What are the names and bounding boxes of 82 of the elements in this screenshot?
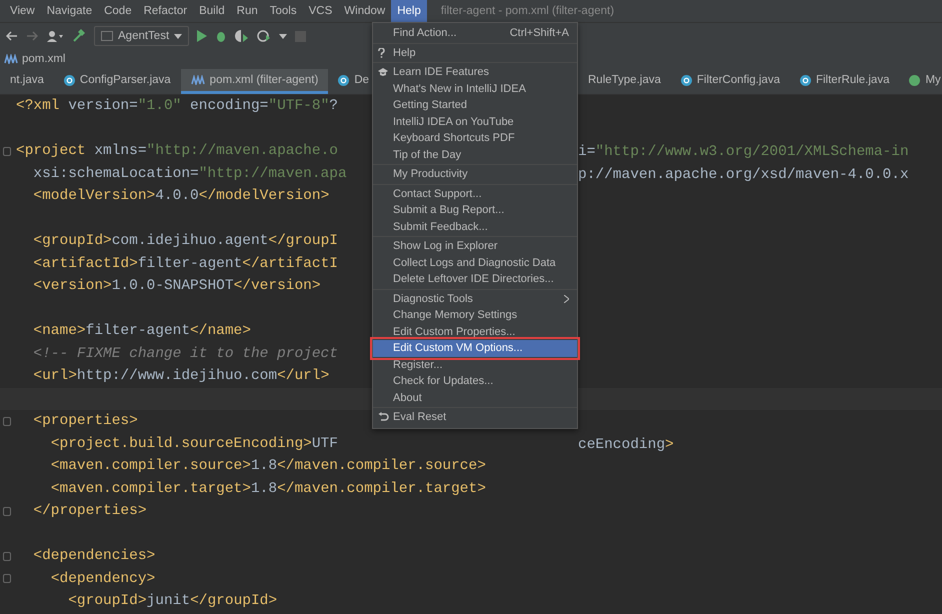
code-line: <modelVersion>4.0.0</modelVersion> bbox=[32, 188, 330, 204]
menu-item[interactable]: Tip of the Day bbox=[373, 146, 577, 163]
breadcrumb-file[interactable]: pom.xml bbox=[22, 53, 66, 65]
menu-bar-item[interactable]: Code bbox=[98, 0, 138, 22]
menu-item[interactable]: Delete Leftover IDE Directories... bbox=[373, 271, 577, 288]
editor-tab[interactable]: FilterRule.java bbox=[790, 69, 900, 94]
menu-item[interactable]: Change Memory Settings bbox=[373, 307, 577, 324]
menu-item[interactable]: My Productivity bbox=[373, 166, 577, 182]
code-line: <artifactId>filter-agent</artifactI bbox=[32, 256, 338, 272]
code-line: <project.build.sourceEncoding>UTF bbox=[50, 436, 338, 452]
editor-tab[interactable]: pom.xml (filter-agent) bbox=[180, 69, 328, 94]
editor-tab[interactable]: FilterConfig.java bbox=[670, 69, 790, 94]
code-line: <url>http://www.idejihuo.com</url> bbox=[32, 368, 330, 384]
code-line: <maven.compiler.source>1.8</maven.compiler.source> bbox=[50, 458, 486, 474]
menu-item[interactable]: What's New in IntelliJ IDEA bbox=[373, 80, 577, 97]
menu-item[interactable]: About bbox=[373, 390, 577, 406]
code-line: </properties> bbox=[32, 503, 147, 520]
code-line: <dependencies> bbox=[32, 548, 156, 564]
code-line: <properties> bbox=[32, 413, 138, 430]
hammer-icon[interactable] bbox=[72, 29, 86, 43]
menu-bar-item[interactable]: Build bbox=[193, 0, 231, 22]
caret-icon bbox=[174, 34, 182, 38]
maven-icon bbox=[4, 54, 18, 64]
menu-bar-item[interactable]: Refactor bbox=[138, 0, 194, 22]
menu-item[interactable]: Edit Custom Properties... bbox=[373, 324, 577, 340]
menu-bar-item[interactable]: VCS bbox=[302, 0, 338, 22]
editor-tab[interactable]: nt.java bbox=[0, 69, 54, 94]
caret-icon[interactable] bbox=[279, 34, 288, 38]
code-line: <name>filter-agent</name> bbox=[32, 323, 251, 340]
fold-marker-icon[interactable] bbox=[3, 416, 11, 426]
menu-item[interactable]: Contact Support... bbox=[373, 186, 577, 202]
menu-item[interactable]: Edit Custom VM Options... bbox=[373, 340, 577, 356]
menu-item[interactable]: Learn IDE Features bbox=[373, 64, 577, 80]
code-line: xsi:schemaLocation="http://maven.apa bbox=[32, 166, 347, 182]
maven-icon bbox=[190, 75, 205, 85]
undo-icon bbox=[378, 412, 389, 422]
editor-tab[interactable]: De bbox=[328, 69, 372, 94]
menu-bar-item[interactable]: Tools bbox=[264, 0, 303, 22]
code-line: <version>1.0.0-SNAPSHOT</version> bbox=[32, 278, 321, 294]
menu-bar-item[interactable]: View bbox=[4, 0, 41, 22]
menu-item[interactable]: Keyboard Shortcuts PDF bbox=[373, 130, 577, 146]
code-line: <groupId>junit</groupId> bbox=[67, 593, 278, 610]
editor-tab[interactable]: My bbox=[899, 69, 942, 94]
editor-tab[interactable]: ConfigParser.java bbox=[54, 69, 181, 94]
menu-item[interactable]: Diagnostic Tools bbox=[373, 290, 577, 307]
fold-marker-icon[interactable] bbox=[3, 506, 11, 516]
application-icon bbox=[101, 31, 113, 41]
code-line: <project xmlns="http://maven.apache.o bbox=[16, 143, 338, 160]
menu-bar-item[interactable]: Navigate bbox=[40, 0, 98, 22]
code-line: <maven.compiler.target>1.8</maven.compiler.target> bbox=[50, 480, 486, 497]
menu-item[interactable]: Find Action... Ctrl+Shift+A bbox=[373, 25, 577, 42]
editor-tab[interactable]: RuleType.java bbox=[578, 69, 671, 94]
menu-item[interactable]: Show Log in Explorer bbox=[373, 238, 577, 254]
menu-item[interactable]: IntelliJ IDEA on YouTube bbox=[373, 114, 577, 130]
fold-marker-icon[interactable] bbox=[3, 146, 11, 156]
user-icon[interactable] bbox=[46, 30, 64, 42]
run-configuration-dropdown[interactable]: AgentTest bbox=[94, 26, 190, 46]
graduation-cap-icon bbox=[378, 68, 388, 76]
menu-item[interactable]: Eval Reset bbox=[373, 409, 577, 426]
code-line: <groupId>com.idejihuo.agent</groupI bbox=[32, 233, 338, 250]
menu-item[interactable]: Submit a Bug Report... bbox=[373, 202, 577, 218]
code-line: ceEncoding> bbox=[578, 436, 674, 453]
menu-bar-item[interactable]: Help bbox=[391, 0, 427, 22]
code-line: <dependency> bbox=[50, 570, 156, 587]
menu-bar-item[interactable]: Window bbox=[338, 0, 392, 22]
run-icon[interactable] bbox=[197, 30, 208, 42]
menu-item[interactable]: Getting Started bbox=[373, 97, 577, 114]
code-line: <?xml version="1.0" encoding="UTF-8"? bbox=[16, 98, 338, 114]
menu-item[interactable]: Check for Updates... bbox=[373, 373, 577, 390]
menu-item[interactable]: Register... bbox=[373, 356, 577, 373]
fold-marker-icon[interactable] bbox=[3, 552, 11, 561]
question-mark-icon bbox=[378, 48, 385, 58]
back-arrow-icon[interactable] bbox=[6, 31, 18, 41]
code-line: i="http://www.w3.org/2001/XMLSchema-in bbox=[578, 144, 909, 160]
menu-item[interactable]: Submit Feedback... bbox=[373, 218, 577, 235]
window-title: filter-agent - pom.xml (filter-agent) bbox=[440, 5, 614, 17]
menu-item[interactable]: Collect Logs and Diagnostic Data bbox=[373, 254, 577, 271]
code-comment: <!-- FIXME change it to the project bbox=[32, 346, 338, 362]
menu-bar-item[interactable]: Run bbox=[230, 0, 264, 22]
menu-item[interactable]: Help bbox=[373, 44, 577, 61]
code-line: p://maven.apache.org/xsd/maven-4.0.0.x bbox=[578, 166, 909, 183]
fold-marker-icon[interactable] bbox=[3, 574, 11, 584]
